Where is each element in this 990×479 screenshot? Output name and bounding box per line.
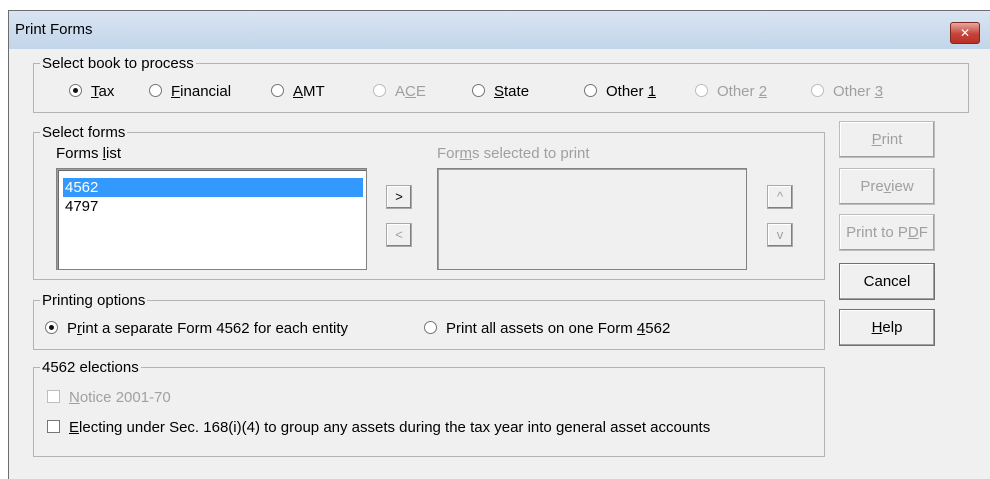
forms-selected-list[interactable] [437, 168, 747, 270]
radio-other-2[interactable]: Other 2 [695, 83, 767, 100]
radio-financial[interactable]: Financial [149, 83, 231, 100]
electing-168-checkbox[interactable]: Electing under Sec. 168(i)(4) to group a… [47, 419, 710, 436]
move-down-button[interactable]: v [767, 223, 793, 247]
forms-group-legend: Select forms [40, 124, 128, 141]
radio-other-2-indicator[interactable] [695, 84, 708, 97]
printing-options-legend: Printing options [40, 292, 148, 309]
close-button[interactable]: ✕ [950, 22, 980, 44]
radio-other-3-label: Other 3 [833, 83, 884, 100]
radio-financial-label: Financial [171, 83, 232, 100]
radio-financial-indicator[interactable] [149, 84, 162, 97]
radio-amt[interactable]: AMT [271, 83, 325, 100]
radio-other-2-label: Other 2 [717, 83, 768, 100]
preview-button[interactable]: Preview [839, 168, 935, 205]
notice-checkbox-label: Notice 2001-70 [69, 389, 171, 406]
print-forms-dialog: Print Forms ✕ Select book to process Tax… [8, 10, 990, 479]
radio-amt-label: AMT [293, 83, 325, 100]
radio-one-form[interactable]: Print all assets on one Form 4562 [424, 320, 670, 337]
notice-checkbox-box[interactable] [47, 390, 60, 403]
forms-list[interactable]: 4562 4797 [56, 168, 367, 270]
chevron-left-icon: < [395, 227, 403, 242]
radio-one-form-label: Print all assets on one Form 4562 [446, 320, 671, 337]
elections-legend: 4562 elections [40, 359, 141, 376]
chevron-up-icon: ^ [776, 189, 784, 204]
electing-checkbox-box[interactable] [47, 420, 60, 433]
window-title: Print Forms [15, 21, 93, 38]
chevron-down-icon: v [776, 227, 784, 242]
print-button[interactable]: Print [839, 121, 935, 158]
chevron-right-icon: > [395, 189, 403, 204]
radio-tax-indicator[interactable] [69, 84, 82, 97]
electing-checkbox-label: Electing under Sec. 168(i)(4) to group a… [69, 419, 711, 436]
book-group-legend: Select book to process [40, 55, 196, 72]
radio-state[interactable]: State [472, 83, 529, 100]
radio-separate-form-label: Print a separate Form 4562 for each enti… [67, 320, 348, 337]
radio-other-1[interactable]: Other 1 [584, 83, 656, 100]
radio-state-label: State [494, 83, 530, 100]
radio-other-1-indicator[interactable] [584, 84, 597, 97]
notice-2001-70-checkbox[interactable]: Notice 2001-70 [47, 389, 171, 406]
print-to-pdf-button[interactable]: Print to PDF [839, 214, 935, 251]
radio-tax[interactable]: Tax [69, 83, 114, 100]
radio-amt-indicator[interactable] [271, 84, 284, 97]
help-button[interactable]: Help [839, 309, 935, 346]
list-item[interactable]: 4797 [63, 197, 363, 216]
add-form-button[interactable]: > [386, 185, 412, 209]
radio-one-form-indicator[interactable] [424, 321, 437, 334]
radio-tax-label: Tax [91, 83, 115, 100]
radio-state-indicator[interactable] [472, 84, 485, 97]
cancel-button[interactable]: Cancel [839, 263, 935, 300]
list-item[interactable]: 4562 [63, 178, 363, 197]
radio-separate-form[interactable]: Print a separate Form 4562 for each enti… [45, 320, 348, 337]
radio-other-1-label: Other 1 [606, 83, 657, 100]
radio-other-3-indicator[interactable] [811, 84, 824, 97]
elections-group: 4562 elections [33, 359, 825, 457]
radio-ace-label: ACE [395, 83, 426, 100]
radio-other-3[interactable]: Other 3 [811, 83, 883, 100]
close-icon: ✕ [959, 26, 971, 40]
forms-list-label: Forms list [56, 145, 122, 162]
move-up-button[interactable]: ^ [767, 185, 793, 209]
remove-form-button[interactable]: < [386, 223, 412, 247]
radio-ace[interactable]: ACE [373, 83, 426, 100]
title-bar[interactable]: Print Forms ✕ [9, 11, 990, 49]
forms-selected-label: Forms selected to print [437, 145, 590, 162]
radio-separate-form-indicator[interactable] [45, 321, 58, 334]
radio-ace-indicator[interactable] [373, 84, 386, 97]
